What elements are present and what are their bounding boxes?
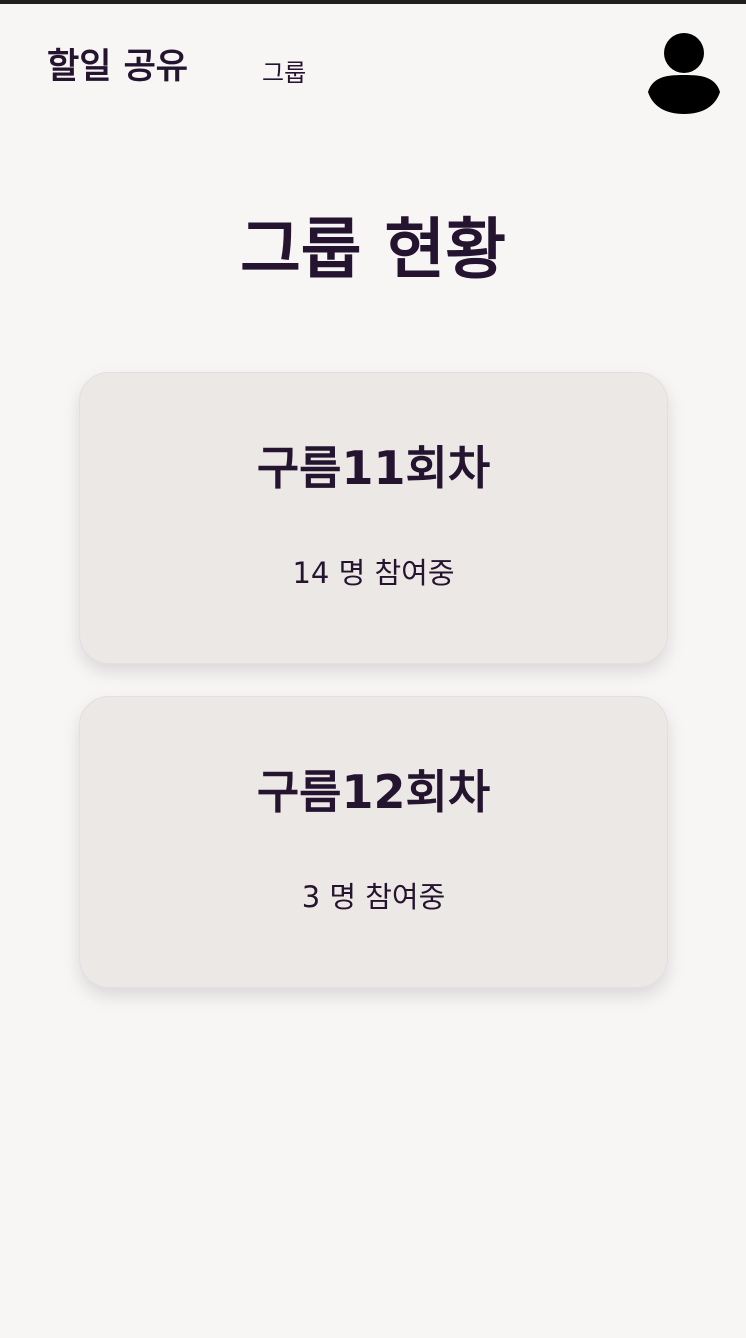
group-card[interactable]: 구름12회차 3 명 참여중 bbox=[79, 696, 668, 988]
user-icon bbox=[648, 33, 720, 114]
group-name: 구름11회차 bbox=[256, 441, 491, 495]
user-avatar[interactable] bbox=[647, 32, 721, 114]
nav-link-group[interactable]: 그룹 bbox=[262, 61, 306, 85]
group-member-count: 14 명 참여중 bbox=[292, 556, 455, 590]
navbar: 할일 공유 그룹 bbox=[0, 8, 746, 136]
brand-logo[interactable]: 할일 공유 bbox=[47, 50, 188, 85]
group-list: 구름11회차 14 명 참여중 구름12회차 3 명 참여중 bbox=[79, 372, 668, 1020]
group-member-count: 3 명 참여중 bbox=[301, 880, 446, 914]
page-title: 그룹 현황 bbox=[240, 211, 506, 288]
group-name: 구름12회차 bbox=[256, 765, 491, 819]
group-card[interactable]: 구름11회차 14 명 참여중 bbox=[79, 372, 668, 664]
